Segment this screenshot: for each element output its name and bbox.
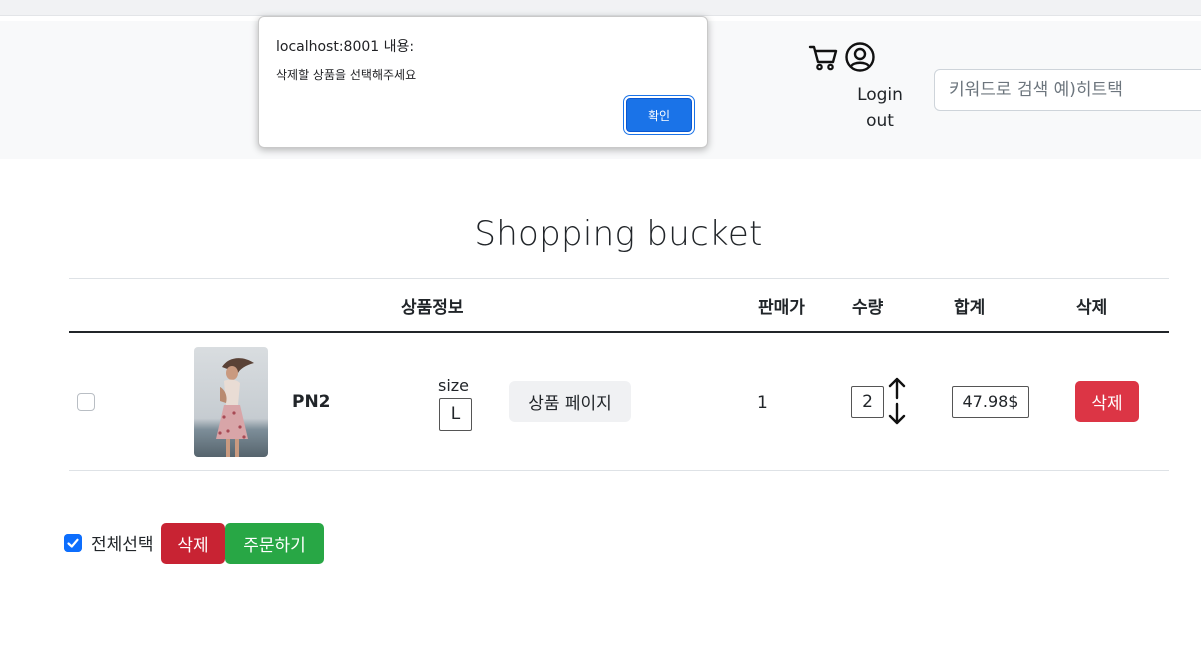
select-all-label[interactable]: 전체선택: [91, 530, 154, 555]
quantity-field[interactable]: 2: [851, 386, 884, 418]
row-total: 47.98$: [952, 386, 1029, 418]
login-logout-link[interactable]: Login out: [852, 82, 908, 134]
order-button[interactable]: 주문하기: [225, 523, 324, 564]
header-price: 판매가: [758, 298, 805, 318]
header-quantity: 수량: [852, 298, 884, 318]
logout-label[interactable]: out: [852, 108, 908, 134]
dialog-ok-button[interactable]: 확인: [626, 98, 692, 132]
user-circle-icon[interactable]: [844, 41, 876, 73]
table-header-border: [69, 331, 1169, 333]
arrow-down-icon[interactable]: [887, 402, 907, 426]
row-checkbox[interactable]: [77, 393, 95, 411]
product-name[interactable]: PN2: [292, 392, 331, 412]
alert-dialog: localhost:8001 내용: 삭제할 상품을 선택해주세요 확인: [258, 16, 708, 148]
search-input[interactable]: [934, 69, 1201, 111]
delete-selected-button[interactable]: 삭제: [161, 523, 225, 564]
header-delete: 삭제: [1076, 298, 1108, 318]
product-page-button[interactable]: 상품 페이지: [509, 381, 631, 422]
size-label: size: [438, 376, 470, 395]
size-value: L: [439, 398, 472, 431]
login-label[interactable]: Login: [852, 82, 908, 108]
cart-icon[interactable]: [808, 42, 838, 72]
dialog-title: localhost:8001 내용:: [276, 39, 415, 55]
page-title: Shopping bucket: [474, 214, 763, 254]
dialog-message: 삭제할 상품을 선택해주세요: [276, 68, 417, 82]
header-total: 합계: [954, 298, 986, 318]
product-image[interactable]: [194, 347, 268, 457]
select-all-checkbox[interactable]: [64, 534, 82, 552]
unit-price: 1: [757, 393, 768, 413]
browser-top-strip: [0, 0, 1201, 16]
arrow-up-icon[interactable]: [887, 376, 907, 400]
header-product-info: 상품정보: [401, 298, 464, 318]
table-top-border: [69, 278, 1169, 279]
row-delete-button[interactable]: 삭제: [1075, 381, 1139, 422]
table-row-border: [69, 470, 1169, 471]
